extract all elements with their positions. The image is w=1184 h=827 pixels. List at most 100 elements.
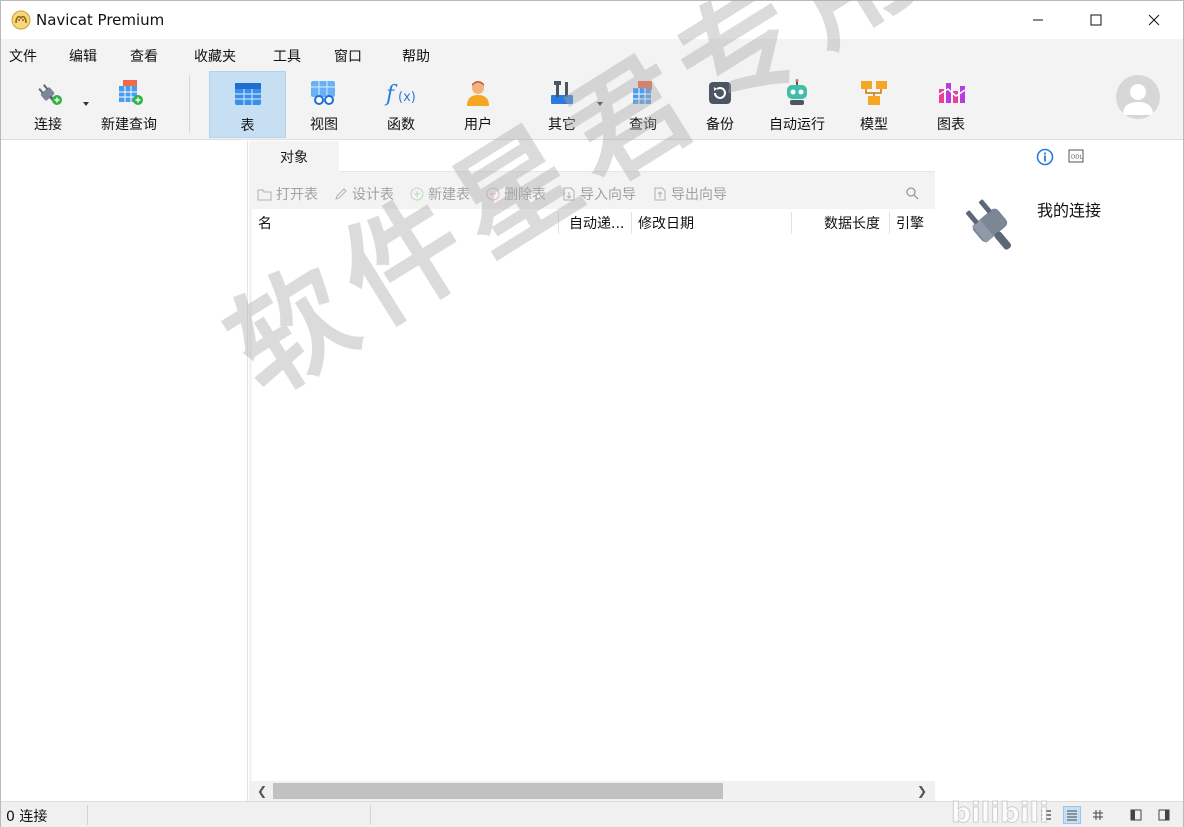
tab-backup[interactable]: 备份 (691, 71, 749, 138)
new-query-label: 新建查询 (101, 117, 157, 133)
table-icon (231, 78, 265, 110)
search-icon[interactable] (905, 186, 919, 200)
connect-button[interactable]: 连接 (21, 71, 75, 138)
status-bar: 0 连接 (1, 801, 1183, 827)
avatar[interactable] (1116, 75, 1160, 119)
menu-bar: 文件 编辑 查看 收藏夹 工具 窗口 帮助 (1, 39, 1183, 71)
connection-count: 0 连接 (6, 809, 48, 825)
column-header-data-length[interactable]: 数据长度 (824, 213, 880, 233)
minimize-button[interactable] (1009, 1, 1067, 39)
model-icon (857, 77, 891, 109)
maximize-icon (1090, 14, 1102, 26)
main-toolbar: 连接 新建查询 表 视图 f (x) 函数 用户 其它 查询 备份 自动运行 模… (1, 71, 1183, 140)
table-label: 表 (240, 118, 255, 134)
chart-icon (934, 77, 968, 109)
menu-help[interactable]: 帮助 (402, 46, 430, 66)
column-header-name[interactable]: 名 (258, 213, 272, 233)
maximize-button[interactable] (1067, 1, 1125, 39)
view-label: 视图 (310, 117, 338, 133)
export-icon (652, 187, 667, 202)
delete-table-button[interactable]: 删除表 (485, 184, 546, 204)
tab-query[interactable]: 查询 (614, 71, 672, 138)
model-label: 模型 (860, 117, 888, 133)
info-pane-toggle-icon[interactable] (1155, 806, 1173, 824)
automation-label: 自动运行 (769, 117, 825, 133)
column-header-modified-date[interactable]: 修改日期 (638, 213, 694, 233)
column-divider[interactable] (791, 212, 792, 234)
other-dropdown-arrow-icon[interactable] (597, 102, 603, 106)
tab-other[interactable]: 其它 (533, 71, 591, 138)
svg-text:(x): (x) (398, 90, 416, 105)
tab-objects[interactable]: 对象 (249, 141, 339, 172)
navicat-logo-icon (11, 10, 31, 30)
scroll-left-icon[interactable]: ❮ (257, 784, 267, 798)
svg-text:f: f (384, 82, 398, 107)
export-wizard-label: 导出向导 (671, 187, 727, 203)
column-divider[interactable] (631, 212, 632, 234)
objects-panel: 对象 打开表 设计表 新建表 删除表 导入向导 导出向导 名 自动递... 修改… (249, 141, 935, 801)
import-icon (561, 187, 576, 202)
folder-open-icon (257, 187, 272, 202)
menu-window[interactable]: 窗口 (334, 46, 362, 66)
objects-grid[interactable]: 名 自动递... 修改日期 数据长度 引擎 (252, 209, 935, 781)
title-bar: Navicat Premium (1, 1, 1183, 39)
menu-favorites[interactable]: 收藏夹 (194, 46, 236, 66)
tab-view[interactable]: 视图 (295, 71, 353, 138)
backup-icon (703, 77, 737, 109)
window-title: Navicat Premium (36, 11, 165, 29)
connect-label: 连接 (34, 117, 62, 133)
horizontal-scrollbar[interactable]: ❮ ❯ (249, 781, 935, 801)
ddl-icon[interactable]: DDL (1068, 148, 1084, 164)
function-label: 函数 (387, 117, 415, 133)
tab-chart[interactable]: 图表 (922, 71, 980, 138)
tab-function[interactable]: f (x) 函数 (372, 71, 430, 138)
backup-label: 备份 (706, 117, 734, 133)
grid-view-icon[interactable] (1089, 806, 1107, 824)
svg-text:DDL: DDL (1071, 155, 1083, 161)
tab-user[interactable]: 用户 (449, 71, 507, 138)
scroll-thumb[interactable] (273, 783, 723, 799)
connect-dropdown-arrow-icon[interactable] (83, 102, 89, 106)
export-wizard-button[interactable]: 导出向导 (652, 184, 727, 204)
pencil-icon (333, 187, 348, 202)
robot-icon (780, 77, 814, 109)
navicat-window: Navicat Premium 文件 编辑 查看 收藏夹 工具 窗口 帮助 连接… (0, 0, 1184, 827)
view-icon (307, 77, 341, 109)
tab-table[interactable]: 表 (209, 71, 286, 138)
info-panel: DDL 我的连接 (936, 141, 1183, 801)
status-divider (87, 805, 88, 825)
list-view-icon[interactable] (1037, 806, 1055, 824)
panel-toggle-icon[interactable] (1127, 806, 1145, 824)
column-header-engine[interactable]: 引擎 (896, 213, 924, 233)
tab-model[interactable]: 模型 (845, 71, 903, 138)
detail-view-icon[interactable] (1063, 806, 1081, 824)
menu-tools[interactable]: 工具 (273, 46, 301, 66)
close-button[interactable] (1125, 1, 1183, 39)
menu-file[interactable]: 文件 (9, 46, 37, 66)
object-actions-bar: 打开表 设计表 新建表 删除表 导入向导 导出向导 (249, 177, 935, 209)
new-query-button[interactable]: 新建查询 (97, 71, 161, 138)
import-wizard-button[interactable]: 导入向导 (561, 184, 636, 204)
user-icon (461, 77, 495, 109)
toolbar-separator (189, 75, 190, 133)
design-table-button[interactable]: 设计表 (333, 184, 394, 204)
new-table-label: 新建表 (428, 187, 470, 203)
open-table-button[interactable]: 打开表 (257, 184, 318, 204)
new-table-button[interactable]: 新建表 (409, 184, 470, 204)
delete-table-label: 删除表 (504, 187, 546, 203)
info-icon[interactable] (1036, 148, 1054, 166)
tools-icon (545, 77, 579, 109)
menu-view[interactable]: 查看 (130, 46, 158, 66)
connection-tree-panel[interactable] (1, 141, 248, 801)
close-icon (1148, 14, 1160, 26)
design-table-label: 设计表 (352, 187, 394, 203)
open-table-label: 打开表 (276, 187, 318, 203)
import-wizard-label: 导入向导 (580, 187, 636, 203)
column-header-auto-increment[interactable]: 自动递... (569, 213, 624, 233)
column-divider[interactable] (889, 212, 890, 234)
menu-edit[interactable]: 编辑 (69, 46, 97, 66)
function-icon: f (x) (384, 77, 418, 109)
column-divider[interactable] (558, 212, 559, 234)
scroll-right-icon[interactable]: ❯ (917, 784, 927, 798)
tab-automation[interactable]: 自动运行 (763, 71, 831, 138)
